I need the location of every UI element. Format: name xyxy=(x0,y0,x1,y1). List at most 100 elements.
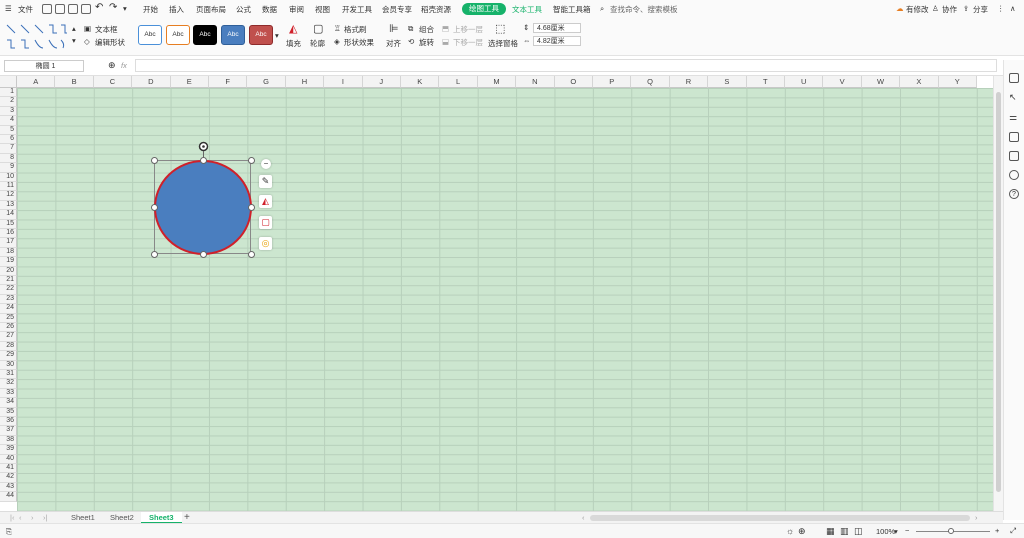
row-header[interactable]: 10 xyxy=(0,172,17,182)
row-header[interactable]: 2 xyxy=(0,97,17,107)
preview-icon[interactable] xyxy=(81,4,91,14)
column-header[interactable]: Y xyxy=(938,76,977,88)
column-header[interactable]: B xyxy=(55,76,94,88)
row-header[interactable]: 5 xyxy=(0,125,17,135)
page-layout-view-icon[interactable]: ▥ xyxy=(840,526,849,537)
zoom-icon[interactable]: ⊕ xyxy=(108,60,116,71)
row-header[interactable]: 40 xyxy=(0,454,17,464)
row-header[interactable]: 43 xyxy=(0,482,17,493)
help-icon[interactable]: ? xyxy=(1009,189,1019,199)
edit-pencil-icon[interactable]: ✎ xyxy=(259,175,272,188)
resize-handle-bl[interactable] xyxy=(150,250,158,258)
tab-member[interactable]: 会员专享 xyxy=(382,4,412,15)
resize-handle-b[interactable] xyxy=(199,250,207,258)
minus-icon[interactable]: − xyxy=(905,526,909,535)
file-menu[interactable]: 文件 xyxy=(18,4,33,15)
column-header[interactable]: O xyxy=(554,76,593,88)
row-header[interactable]: 11 xyxy=(0,182,17,192)
fullscreen-icon[interactable]: ⤢ xyxy=(1010,526,1016,536)
tab-review[interactable]: 审阅 xyxy=(289,4,304,15)
height-field[interactable]: 4.68厘米 xyxy=(533,23,581,33)
column-header[interactable]: A xyxy=(17,76,56,88)
bring-forward-button[interactable]: 上移一层 xyxy=(453,24,483,35)
cell-grid[interactable] xyxy=(17,88,993,511)
row-header[interactable]: 35 xyxy=(0,407,17,417)
resize-handle-t[interactable] xyxy=(199,156,207,164)
column-header[interactable]: P xyxy=(593,76,632,88)
column-header[interactable]: D xyxy=(132,76,171,88)
share-button[interactable]: 分享 xyxy=(973,4,988,15)
column-header[interactable]: V xyxy=(823,76,862,88)
outline-float-icon[interactable]: ▢ xyxy=(259,216,272,229)
location-icon[interactable] xyxy=(1009,170,1019,180)
select-pane-button[interactable]: 选择窗格 xyxy=(488,38,518,49)
column-header[interactable]: C xyxy=(93,76,133,88)
gallery-scroll-down-icon[interactable]: ▾ xyxy=(72,36,76,45)
horizontal-scroll-thumb[interactable] xyxy=(590,515,970,521)
row-header[interactable]: 34 xyxy=(0,398,17,408)
width-field[interactable]: 4.82厘米 xyxy=(533,36,581,46)
outline-button[interactable]: 轮廓 xyxy=(310,38,325,49)
column-header[interactable]: I xyxy=(324,76,363,88)
row-header[interactable]: 39 xyxy=(0,445,17,455)
resize-handle-tl[interactable] xyxy=(150,156,158,164)
row-header[interactable]: 29 xyxy=(0,351,17,361)
row-header[interactable]: 20 xyxy=(0,266,17,276)
row-header[interactable]: 27 xyxy=(0,332,17,342)
column-header[interactable]: T xyxy=(746,76,785,88)
tab-formulas[interactable]: 公式 xyxy=(236,4,251,15)
tab-text-tools[interactable]: 文本工具 xyxy=(512,4,542,15)
column-header[interactable]: L xyxy=(439,76,478,88)
collapse-float-icon[interactable]: − xyxy=(261,159,271,169)
group-button[interactable]: 组合 xyxy=(419,24,434,35)
row-header[interactable]: 6 xyxy=(0,135,17,145)
fx-icon[interactable]: fx xyxy=(121,61,127,70)
row-header[interactable]: 23 xyxy=(0,294,17,305)
column-header[interactable]: Q xyxy=(631,76,670,88)
textbox-button[interactable]: 文本框 xyxy=(95,24,118,35)
column-header[interactable]: E xyxy=(170,76,209,88)
column-header[interactable]: R xyxy=(669,76,709,88)
row-header[interactable]: 18 xyxy=(0,247,17,258)
row-header[interactable]: 7 xyxy=(0,144,17,154)
shape-effect-button[interactable]: 形状效果 xyxy=(344,37,374,48)
gallery-scroll-up-icon[interactable]: ▴ xyxy=(72,24,76,33)
plus-icon[interactable]: + xyxy=(995,526,999,535)
undo-icon[interactable]: ↶ xyxy=(95,2,103,13)
selection-icon[interactable] xyxy=(1009,132,1019,142)
row-header[interactable]: 30 xyxy=(0,360,17,370)
redo-icon[interactable]: ↷ xyxy=(109,2,117,13)
settings-sliders-icon[interactable]: ⚌ xyxy=(1009,112,1019,122)
style-panel-icon[interactable] xyxy=(1009,73,1019,83)
zoom-dropdown-icon[interactable]: ▾ xyxy=(894,527,898,536)
tab-resources[interactable]: 稻壳资源 xyxy=(421,4,451,15)
normal-view-icon[interactable]: ▦ xyxy=(826,526,835,537)
shape-style-2[interactable]: Abc xyxy=(166,25,190,45)
shape-gallery[interactable] xyxy=(5,22,69,52)
column-header[interactable]: N xyxy=(516,76,555,88)
column-header[interactable]: F xyxy=(209,76,248,88)
save-icon[interactable] xyxy=(42,4,52,14)
tab-smart-toolbox[interactable]: 智能工具箱 xyxy=(553,4,591,15)
row-header[interactable]: 37 xyxy=(0,426,17,436)
row-header[interactable]: 36 xyxy=(0,417,17,427)
align-button[interactable]: 对齐 xyxy=(386,38,401,49)
shape-style-4[interactable]: Abc xyxy=(221,25,245,45)
row-header[interactable]: 31 xyxy=(0,370,17,380)
unsaved-status[interactable]: 有修改 xyxy=(906,4,929,15)
shape-style-1[interactable]: Abc xyxy=(138,25,162,45)
name-box[interactable]: 椭圆 1 xyxy=(4,60,84,72)
vertical-scrollbar[interactable] xyxy=(993,76,1003,511)
row-header[interactable]: 13 xyxy=(0,200,17,211)
row-header[interactable]: 14 xyxy=(0,210,17,220)
tab-page-layout[interactable]: 页面布局 xyxy=(196,4,226,15)
style-gallery-dropdown-icon[interactable]: ▾ xyxy=(275,31,279,40)
fill-float-icon[interactable]: ◭ xyxy=(259,195,272,208)
resize-handle-tr[interactable] xyxy=(247,156,255,164)
row-header[interactable]: 9 xyxy=(0,163,17,173)
row-header[interactable]: 8 xyxy=(0,153,17,164)
row-header[interactable]: 15 xyxy=(0,219,17,229)
row-header[interactable]: 44 xyxy=(0,492,17,502)
select-all-corner[interactable] xyxy=(0,76,17,88)
resize-handle-r[interactable] xyxy=(247,203,255,211)
